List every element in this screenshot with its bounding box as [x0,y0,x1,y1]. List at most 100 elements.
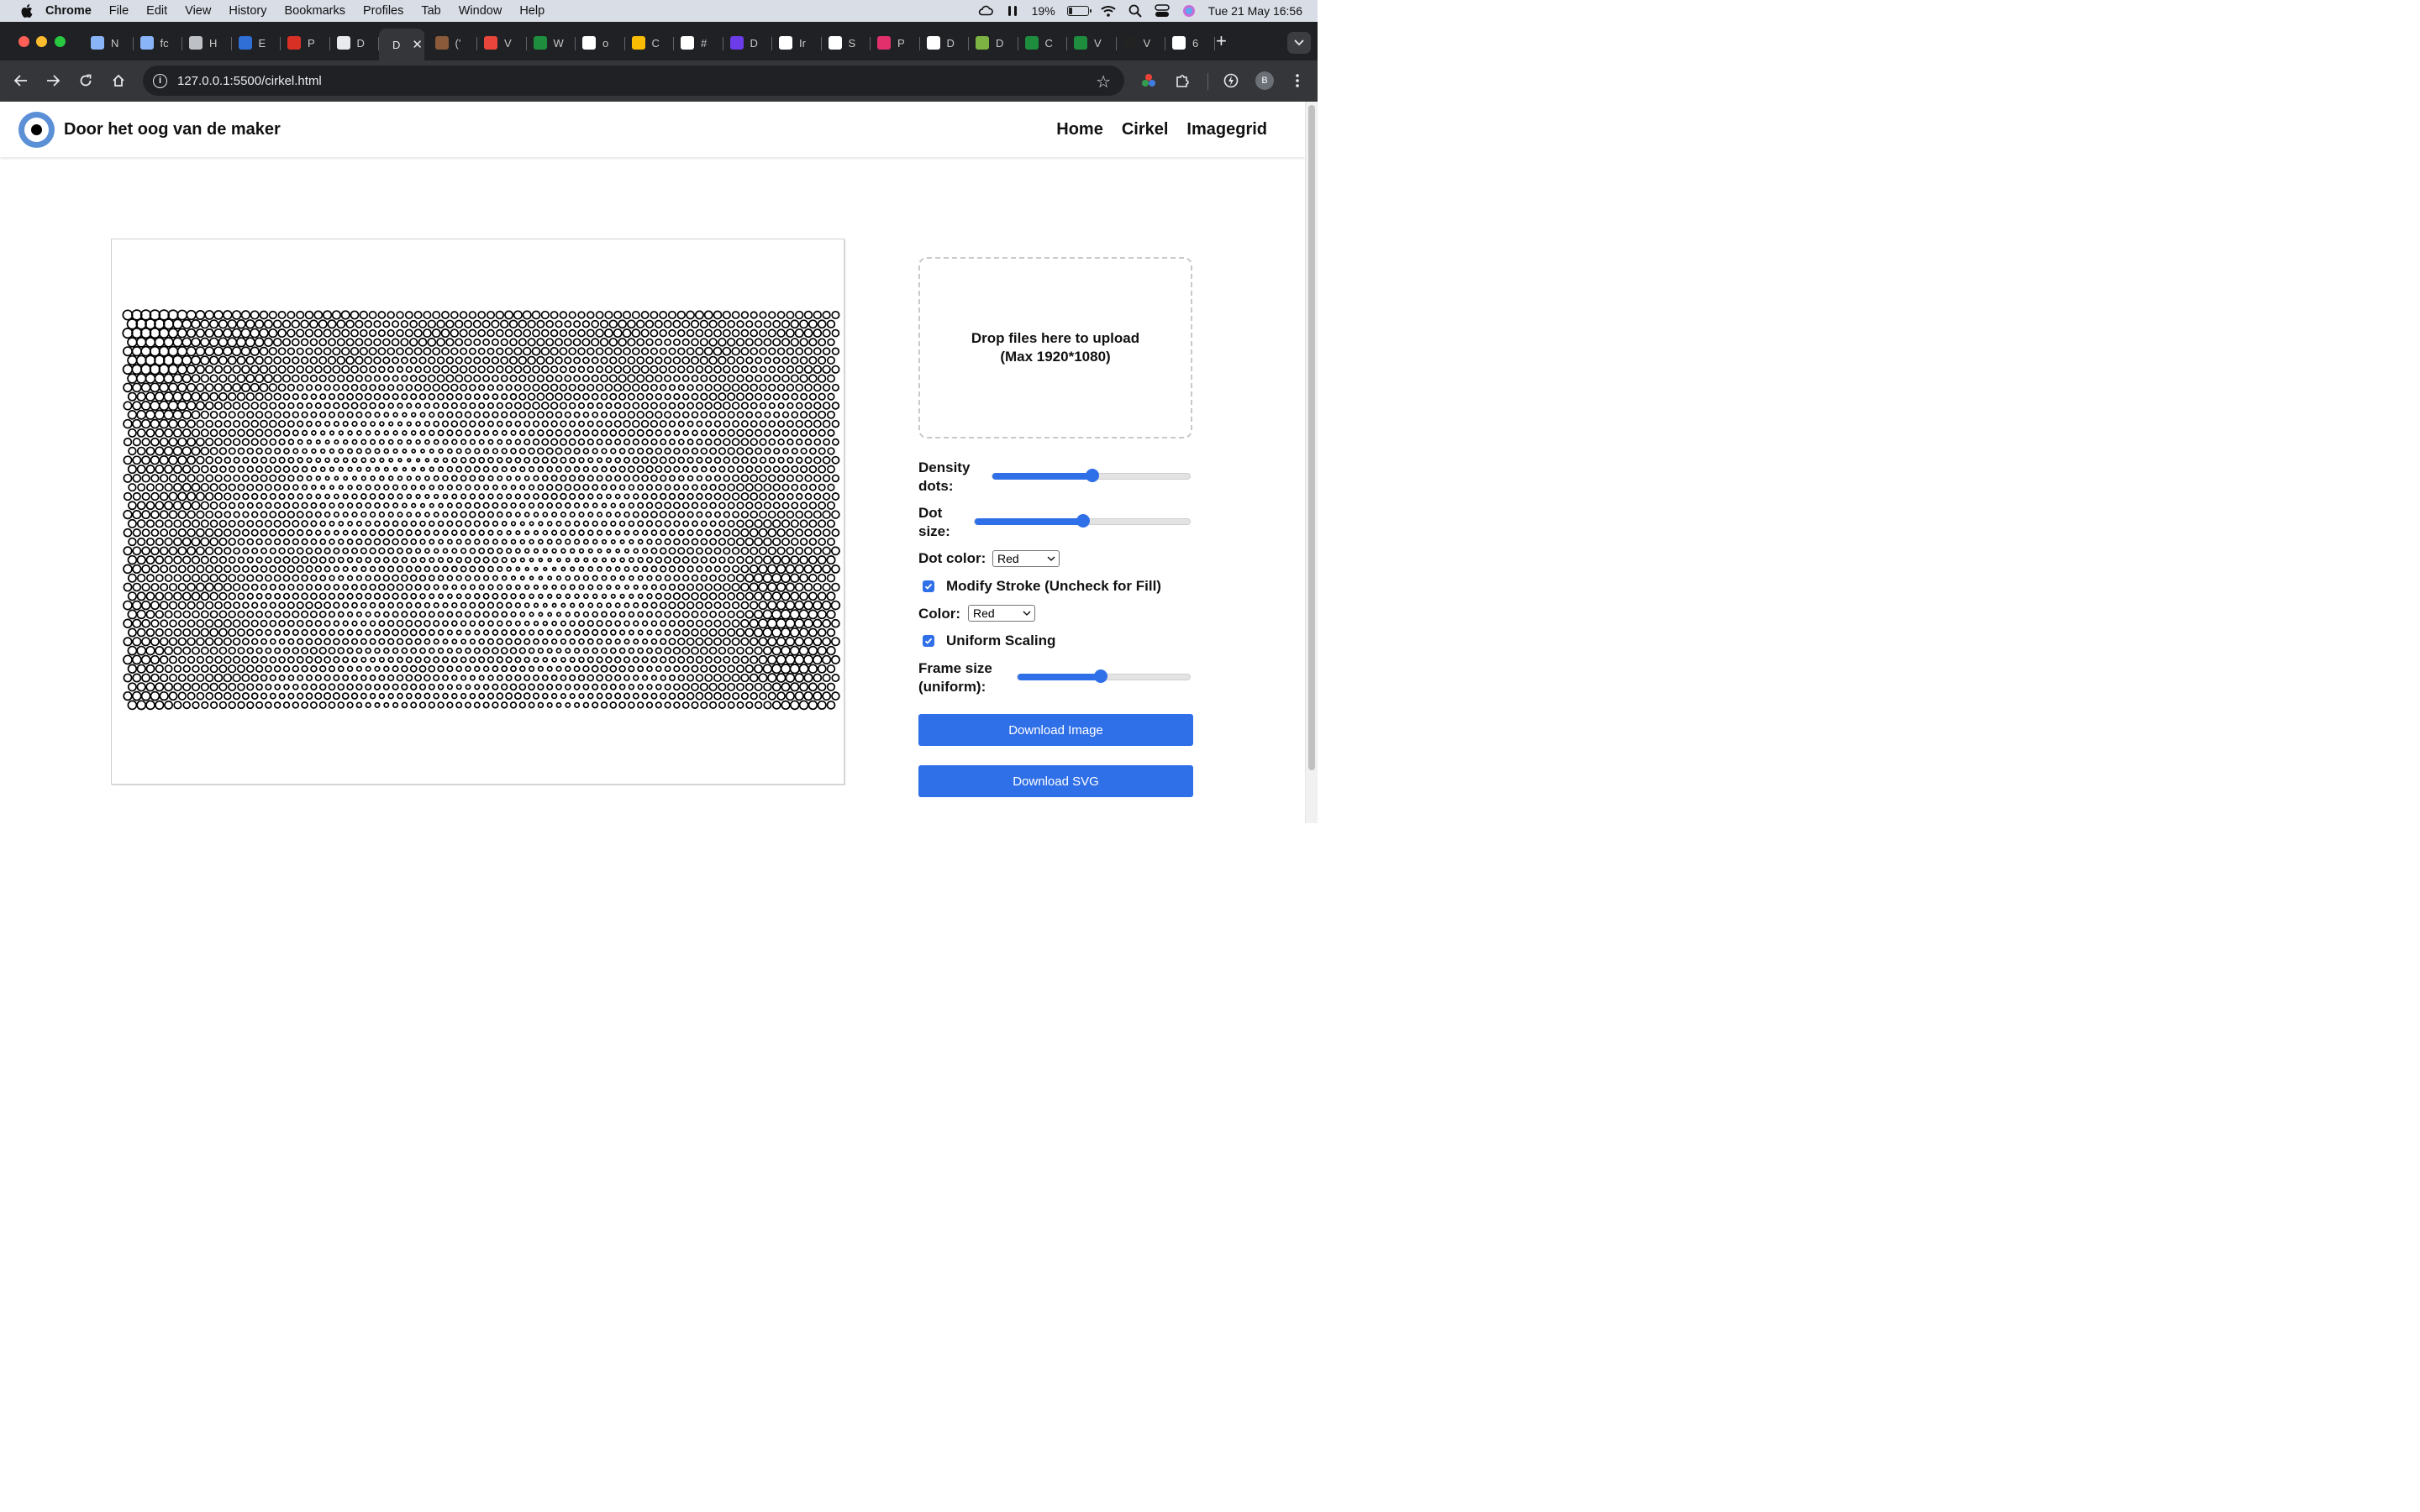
browser-tab[interactable]: W [527,29,576,57]
site-info-icon[interactable]: i [153,73,167,88]
eye-logo-icon[interactable] [18,112,55,148]
menu-file[interactable]: File [109,4,129,18]
dotsize-slider-thumb[interactable] [1076,514,1090,528]
control-center-icon[interactable] [1154,4,1170,17]
new-tab-button[interactable]: + [1216,32,1227,50]
bookmark-star-icon[interactable]: ☆ [1096,71,1111,92]
menu-app-name[interactable]: Chrome [45,4,92,18]
frame-size-slider[interactable] [1017,669,1191,683]
browser-tab[interactable]: S [822,29,871,57]
browser-tab[interactable]: D [330,29,379,57]
apple-icon[interactable] [18,3,34,18]
menu-tab[interactable]: Tab [421,4,440,18]
color-select[interactable]: Red [968,605,1035,622]
pattern-circle [310,575,318,582]
pattern-circle [645,501,654,510]
address-bar[interactable]: i 127.0.0.1:5500/cirkel.html ☆ [143,66,1124,96]
menu-help[interactable]: Help [519,4,544,18]
pattern-circle [781,465,790,474]
modify-stroke-checkbox[interactable] [923,580,934,592]
wifi-icon[interactable] [1101,5,1116,17]
menu-window[interactable]: Window [459,4,502,18]
browser-tab[interactable]: E [232,29,281,57]
browser-tab[interactable]: o [576,29,625,57]
browser-tab[interactable]: N [84,29,134,57]
url-text[interactable]: 127.0.0.1:5500/cirkel.html [177,74,322,88]
pattern-circle [750,438,758,446]
home-button[interactable] [109,71,128,90]
browser-tab[interactable]: V [1067,29,1117,57]
browser-tab[interactable]: C [1018,29,1067,57]
menu-view[interactable]: View [185,4,211,18]
menubar-clock[interactable]: Tue 21 May 16:56 [1208,4,1302,18]
pattern-circle [523,493,530,500]
browser-tab[interactable]: (' [429,29,477,57]
minimize-window-button[interactable] [36,36,47,47]
uniform-scaling-checkbox[interactable] [923,635,934,647]
extensions-puzzle-icon[interactable] [1173,71,1192,90]
browser-tab[interactable]: D [723,29,772,57]
frame-size-slider-thumb[interactable] [1094,669,1108,683]
pattern-circle [200,682,209,691]
site-title[interactable]: Door het oog van de maker [64,120,281,139]
browser-tab[interactable]: P [871,29,920,57]
zoom-window-button[interactable] [55,36,66,47]
pattern-circle [415,458,421,463]
browser-tab[interactable]: fc [134,29,182,57]
back-button[interactable] [12,71,30,90]
kebab-menu-icon[interactable] [1288,71,1307,90]
pattern-circle [817,555,827,565]
page-scrollbar[interactable] [1305,102,1318,823]
density-slider-thumb[interactable] [1085,469,1099,482]
nav-link-cirkel[interactable]: Cirkel [1122,120,1169,139]
close-tab-icon[interactable]: ✕ [412,37,423,52]
dotcolor-select[interactable]: Red [992,550,1060,567]
scrollbar-thumb[interactable] [1308,105,1315,770]
color-extension-icon[interactable] [1139,71,1158,90]
download-image-button[interactable]: Download Image [918,714,1193,746]
pattern-circle [260,402,268,410]
pattern-circle [333,529,339,536]
battery-icon[interactable] [1066,6,1092,16]
file-dropzone[interactable]: Drop files here to upload (Max 1920*1080… [918,257,1192,438]
reload-button[interactable] [76,71,95,90]
spotlight-icon[interactable] [1128,4,1143,18]
browser-tab[interactable]: V [1117,29,1165,57]
nav-link-imagegrid[interactable]: Imagegrid [1186,120,1267,139]
tab-search-button[interactable] [1287,32,1311,54]
browser-tab-active[interactable]: D ✕ [379,29,424,60]
browser-tab[interactable]: 6 [1165,29,1215,57]
browser-tab[interactable]: Ir [772,29,822,57]
browser-tab[interactable]: V [477,29,527,57]
airpods-icon[interactable] [1005,5,1020,17]
menu-bookmarks[interactable]: Bookmarks [284,4,345,18]
siri-icon[interactable] [1181,5,1197,17]
menu-edit[interactable]: Edit [146,4,167,18]
creative-cloud-icon[interactable] [978,5,993,17]
performance-icon[interactable] [1222,71,1240,90]
uniform-scaling-label[interactable]: Uniform Scaling [946,632,1055,650]
pattern-circle [437,392,445,401]
browser-tab[interactable]: D [969,29,1018,57]
download-svg-button[interactable]: Download SVG [918,765,1193,797]
browser-tab[interactable]: P [281,29,330,57]
browser-tab[interactable]: C [625,29,674,57]
profile-avatar[interactable]: B [1255,71,1274,90]
menu-history[interactable]: History [229,4,266,18]
pattern-circle [763,465,771,474]
pattern-circle [536,338,545,347]
circle-canvas[interactable] [111,239,844,785]
browser-tab[interactable]: H [182,29,232,57]
dotsize-slider[interactable] [974,514,1191,528]
pattern-circle [205,510,214,519]
pattern-circle [365,484,371,491]
nav-link-home[interactable]: Home [1056,120,1103,139]
modify-stroke-label[interactable]: Modify Stroke (Uncheck for Fill) [946,577,1161,596]
pattern-circle [187,546,197,556]
close-window-button[interactable] [18,36,29,47]
menu-profiles[interactable]: Profiles [363,4,403,18]
density-slider[interactable] [992,469,1191,482]
browser-tab[interactable]: D [920,29,969,57]
browser-tab[interactable]: # [674,29,723,57]
forward-button[interactable] [44,71,62,90]
